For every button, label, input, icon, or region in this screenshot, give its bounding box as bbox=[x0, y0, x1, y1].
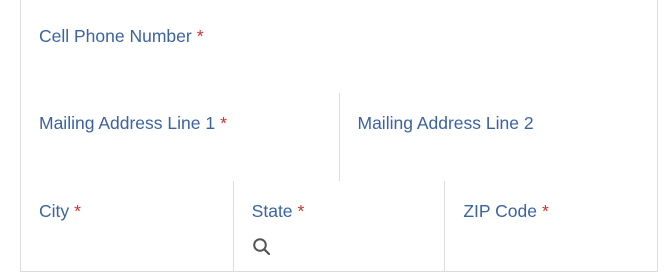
search-icon[interactable] bbox=[252, 237, 272, 257]
mailing-address-line1-field[interactable]: Mailing Address Line 1 * bbox=[20, 93, 340, 182]
required-marker: * bbox=[541, 201, 549, 221]
zip-code-field[interactable]: ZIP Code * bbox=[444, 181, 659, 272]
form-row-phone: Cell Phone Number * bbox=[20, 6, 658, 94]
zip-code-label: ZIP Code * bbox=[463, 201, 549, 221]
mailing-address-line1-label: Mailing Address Line 1 * bbox=[39, 113, 227, 133]
cell-phone-label: Cell Phone Number * bbox=[39, 26, 204, 46]
cell-phone-field[interactable]: Cell Phone Number * bbox=[20, 6, 658, 94]
form-row-address: Mailing Address Line 1 * Mailing Address … bbox=[20, 93, 658, 182]
mailing-address-line2-label: Mailing Address Line 2 bbox=[357, 113, 534, 133]
required-marker: * bbox=[196, 26, 204, 46]
city-field[interactable]: City * bbox=[20, 181, 234, 272]
state-field[interactable]: State * bbox=[232, 181, 446, 272]
mailing-address-line2-field[interactable]: Mailing Address Line 2 bbox=[338, 93, 658, 182]
required-marker: * bbox=[220, 113, 227, 133]
required-marker: * bbox=[297, 201, 305, 221]
required-marker: * bbox=[74, 201, 81, 221]
state-label: State * bbox=[251, 201, 305, 221]
city-label: City * bbox=[39, 201, 81, 221]
form-row-city-state-zip: City * State * ZIP Code * bbox=[20, 181, 659, 272]
contact-address-form: Cell Phone Number * Mailing Address Line … bbox=[20, 0, 659, 272]
